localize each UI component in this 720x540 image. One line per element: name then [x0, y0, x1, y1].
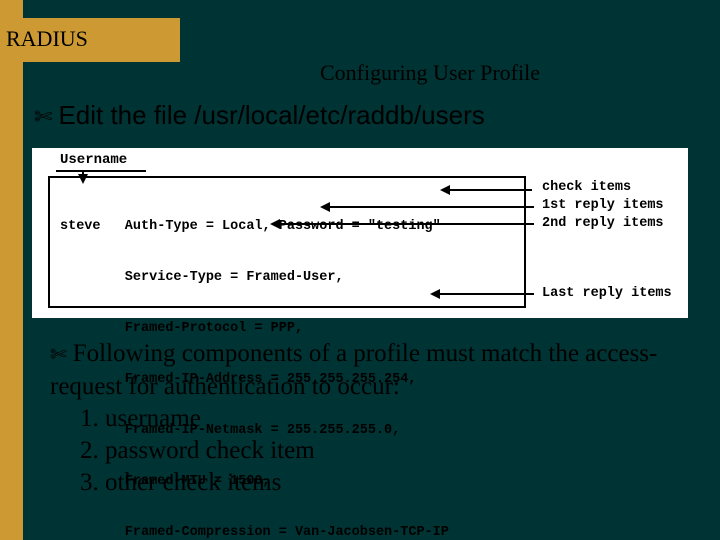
- slide-title-block: RADIUS: [0, 18, 180, 62]
- label-last-reply: Last reply items: [542, 286, 672, 301]
- code-line: Framed-Protocol = PPP,: [60, 320, 514, 337]
- list-item: 1. username: [80, 403, 700, 435]
- bullet-edit-file: ✄Edit the file /usr/local/etc/raddb/user…: [34, 100, 485, 131]
- scissors-icon: ✄: [50, 339, 67, 371]
- code-line: Service-Type = Framed-User,: [60, 269, 514, 286]
- username-label: Username: [60, 152, 127, 168]
- scissors-icon: ✄: [34, 104, 52, 130]
- match-paragraph: ✄Following components of a profile must …: [20, 338, 700, 499]
- arrow-last-reply: [432, 293, 534, 295]
- list-item: 3. other check items: [80, 467, 700, 499]
- code-line: steve Auth-Type = Local, Password = "tes…: [60, 218, 514, 235]
- label-first-reply: 1st reply items: [542, 198, 664, 213]
- slide-subtitle: Configuring User Profile: [320, 60, 540, 86]
- config-code-box: steve Auth-Type = Local, Password = "tes…: [48, 176, 526, 308]
- arrow-first-reply: [322, 206, 534, 208]
- config-figure: Username steve Auth-Type = Local, Passwo…: [32, 148, 688, 318]
- arrow-second-reply: [272, 223, 534, 225]
- list-item: 2. password check item: [80, 435, 700, 467]
- edit-file-text: Edit the file /usr/local/etc/raddb/users: [58, 100, 484, 130]
- paragraph-lead: Following components of a profile must m…: [50, 340, 657, 400]
- label-second-reply: 2nd reply items: [542, 216, 664, 231]
- code-line: Framed-Compression = Van-Jacobsen-TCP-IP: [60, 524, 514, 540]
- slide-title: RADIUS: [6, 26, 88, 51]
- label-check-items: check items: [542, 180, 631, 195]
- arrow-check: [442, 189, 532, 191]
